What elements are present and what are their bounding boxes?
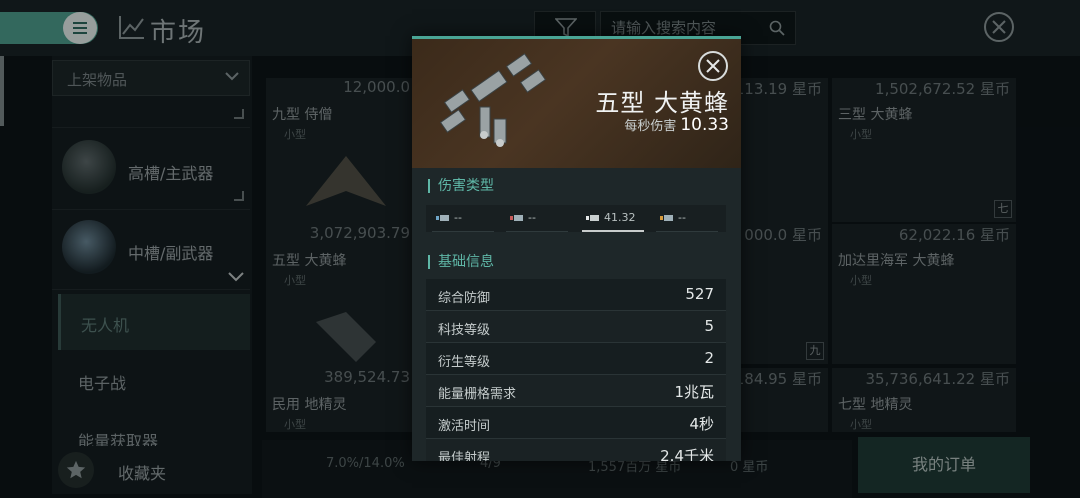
info-value: 5 xyxy=(704,317,714,335)
damage-value: 41.32 xyxy=(604,211,636,224)
basic-info-list: 综合防御 527 科技等级 5 衍生等级 2 能量栅格需求 1兆瓦 激活时间 4… xyxy=(426,279,726,461)
damage-value: -- xyxy=(528,211,536,224)
info-row: 能量栅格需求 1兆瓦 xyxy=(426,375,726,407)
info-label: 衍生等级 xyxy=(438,355,491,370)
damage-kinetic: 41.32 xyxy=(582,205,644,232)
info-label: 最佳射程 xyxy=(438,451,491,461)
info-value: 527 xyxy=(685,285,714,303)
item-title: 五型 大黄蜂 xyxy=(595,89,729,117)
info-row: 综合防御 527 xyxy=(426,279,726,311)
info-value: 1兆瓦 xyxy=(674,383,714,401)
thermal-damage-icon xyxy=(510,215,523,221)
info-value: 2.4千米 xyxy=(660,447,714,461)
basic-info-section-title: 基础信息 xyxy=(428,255,494,269)
damage-types: -- -- 41.32 -- xyxy=(426,205,726,232)
dps-label: 每秒伤害 xyxy=(624,119,677,134)
modal-close-button[interactable] xyxy=(698,51,728,81)
info-row: 最佳射程 2.4千米 xyxy=(426,439,726,461)
damage-em: -- xyxy=(432,205,494,232)
em-damage-icon xyxy=(436,215,449,221)
modal-header: 五型 大黄蜂 每秒伤害 10.33 xyxy=(412,39,741,168)
drone-image xyxy=(439,53,547,147)
info-label: 综合防御 xyxy=(438,291,491,306)
info-label: 能量栅格需求 xyxy=(438,387,517,402)
item-detail-modal: 五型 大黄蜂 每秒伤害 10.33 伤害类型 -- -- 41.32 -- 基础信… xyxy=(412,36,741,461)
damage-section-title: 伤害类型 xyxy=(428,179,494,193)
damage-explosive: -- xyxy=(656,205,718,232)
explosive-damage-icon xyxy=(660,215,673,221)
dps-row: 每秒伤害 10.33 xyxy=(624,115,729,135)
damage-value: -- xyxy=(678,211,686,224)
damage-value: -- xyxy=(454,211,462,224)
dps-value: 10.33 xyxy=(680,115,729,135)
kinetic-damage-icon xyxy=(586,215,599,221)
info-value: 4秒 xyxy=(689,415,714,433)
info-value: 2 xyxy=(704,349,714,367)
info-row: 衍生等级 2 xyxy=(426,343,726,375)
info-row: 科技等级 5 xyxy=(426,311,726,343)
info-row: 激活时间 4秒 xyxy=(426,407,726,439)
info-label: 科技等级 xyxy=(438,323,491,338)
close-icon xyxy=(706,59,720,73)
damage-thermal: -- xyxy=(506,205,568,232)
info-label: 激活时间 xyxy=(438,419,491,434)
